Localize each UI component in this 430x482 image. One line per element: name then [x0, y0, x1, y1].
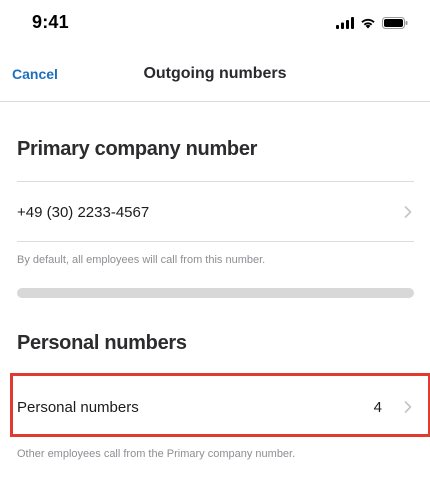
- chevron-right-icon: [402, 401, 414, 413]
- divider: [17, 181, 414, 182]
- status-icons: [336, 16, 408, 34]
- divider: [17, 241, 414, 242]
- personal-numbers-count: 4: [373, 398, 382, 416]
- battery-icon: [382, 16, 408, 34]
- status-time: 9:41: [32, 12, 69, 32]
- personal-section-footnote: Other employees call from the Primary co…: [17, 448, 296, 460]
- status-bar: 9:41: [0, 0, 430, 46]
- scrollbar[interactable]: [17, 288, 414, 298]
- wifi-icon: [360, 16, 376, 34]
- primary-section-footnote: By default, all employees will call from…: [17, 254, 266, 266]
- nav-bar: Cancel Outgoing numbers: [0, 46, 430, 102]
- cellular-signal-icon: [336, 16, 354, 34]
- primary-number-row[interactable]: +49 (30) 2233-4567: [17, 183, 414, 241]
- chevron-right-icon: [402, 206, 414, 218]
- primary-number-value: +49 (30) 2233-4567: [17, 203, 150, 221]
- personal-section-title: Personal numbers: [17, 332, 187, 354]
- personal-numbers-row[interactable]: Personal numbers 4: [17, 378, 414, 436]
- page-title: Outgoing numbers: [143, 65, 287, 82]
- primary-section-title: Primary company number: [17, 138, 258, 160]
- personal-numbers-label: Personal numbers: [17, 398, 139, 416]
